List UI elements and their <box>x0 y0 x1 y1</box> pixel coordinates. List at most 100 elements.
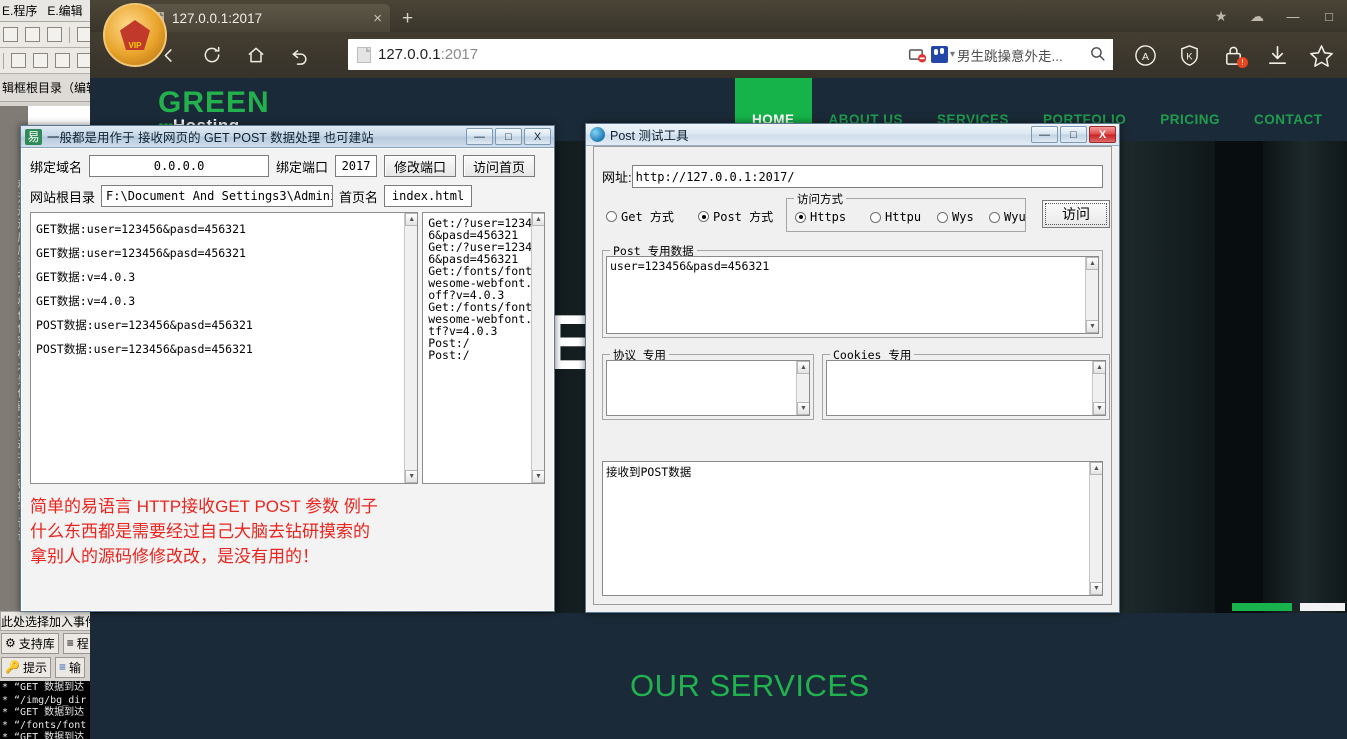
cookies-value <box>827 361 1105 365</box>
log-line: Get:/fonts/fontawesome-webfont.ttf?v=4.0… <box>428 301 539 337</box>
window-controls: ★ ☁ — □ <box>1203 0 1347 32</box>
radio-wys[interactable]: Wys <box>937 210 974 224</box>
scroll-down-icon[interactable]: ▼ <box>1090 582 1103 595</box>
post-minimize-button[interactable]: — <box>1031 126 1058 143</box>
open-folder-icon[interactable] <box>25 27 40 42</box>
scroll-up-icon[interactable]: ▲ <box>405 213 418 226</box>
request-log-left[interactable]: GET数据:user=123456&pasd=456321 GET数据:user… <box>30 212 418 484</box>
radio-dot <box>870 212 881 223</box>
align-top-icon[interactable] <box>55 53 70 68</box>
adblock-icon[interactable] <box>908 45 928 65</box>
radio-post-method[interactable]: Post 方式 <box>698 208 773 225</box>
radio-httpu[interactable]: Httpu <box>870 210 921 224</box>
response-textarea[interactable]: 接收到POST数据 ▲ ▼ <box>602 461 1103 596</box>
vip-avatar[interactable]: VIP <box>103 3 167 67</box>
maximize-window-button[interactable]: □ <box>1311 0 1347 32</box>
response-scrollbar[interactable]: ▲ ▼ <box>1089 462 1102 595</box>
scroll-down-icon[interactable]: ▼ <box>1086 320 1099 333</box>
log-line: GET数据:v=4.0.3 <box>36 265 412 289</box>
nav-item-pricing[interactable]: PRICING <box>1143 78 1237 141</box>
radio-wyu[interactable]: Wyu <box>989 210 1026 224</box>
save-icon[interactable] <box>47 27 62 42</box>
tips-button[interactable]: 🔑 提示 <box>1 657 51 678</box>
lock-warning-badge: ! <box>1237 57 1248 68</box>
output-button[interactable]: ≡ 输 <box>55 657 85 678</box>
browser-tab[interactable]: 127.0.0.1:2017 × <box>145 4 390 32</box>
cookies-scrollbar[interactable]: ▲ ▼ <box>1092 361 1105 415</box>
support-library-button[interactable]: ⚙ 支持库 <box>1 633 59 654</box>
scroll-up-icon[interactable]: ▲ <box>797 361 810 374</box>
log-line: POST数据:user=123456&pasd=456321 <box>36 337 412 361</box>
baidu-icon[interactable] <box>931 46 948 63</box>
vip-badge-icon[interactable]: ★ <box>1203 0 1239 32</box>
elanguage-icon: 易 <box>25 129 42 145</box>
cookies-textarea[interactable]: ▲ ▼ <box>826 360 1106 416</box>
cloud-icon[interactable]: ☁ <box>1239 0 1275 32</box>
server-maximize-button[interactable]: □ <box>495 128 522 145</box>
program-button[interactable]: ≡ 程 <box>63 633 93 654</box>
request-log-right[interactable]: Get:/?user=123456&pasd=456321 Get:/?user… <box>422 212 545 484</box>
undo-icon[interactable] <box>278 33 322 77</box>
browser-tab-strip: 127.0.0.1:2017 × + ★ ☁ — □ <box>90 0 1347 32</box>
lock-warning-icon[interactable]: ! <box>1211 32 1255 78</box>
scroll-up-icon[interactable]: ▲ <box>532 213 545 226</box>
address-bar[interactable]: 127.0.0.1:2017 ▾ <box>348 39 1008 70</box>
url-input[interactable]: http://127.0.0.1:2017/ <box>632 165 1103 188</box>
minimize-window-button[interactable]: — <box>1275 0 1311 32</box>
root-dir-input[interactable]: F:\Document And Settings3\Administrator\… <box>101 185 333 207</box>
menu-item-edit[interactable]: E.编辑 <box>47 2 82 19</box>
post-close-button[interactable]: X <box>1089 126 1116 143</box>
hero-progress-indicator[interactable] <box>1232 603 1292 611</box>
scroll-down-icon[interactable]: ▼ <box>1093 402 1106 415</box>
scroll-down-icon[interactable]: ▼ <box>532 470 545 483</box>
visit-homepage-button[interactable]: 访问首页 <box>463 155 535 177</box>
radio-https[interactable]: Https <box>795 210 846 224</box>
server-minimize-button[interactable]: — <box>466 128 493 145</box>
nav-item-contact[interactable]: CONTACT <box>1237 78 1340 141</box>
close-tab-icon[interactable]: × <box>373 11 382 26</box>
scroll-down-icon[interactable]: ▼ <box>405 470 418 483</box>
hero-progress-indicator-secondary[interactable] <box>1300 603 1345 611</box>
align-right-icon[interactable] <box>33 53 48 68</box>
protocol-textarea[interactable]: ▲ ▼ <box>606 360 810 416</box>
post-data-textarea[interactable]: user=123456&pasd=456321 ▲ ▼ <box>606 256 1099 334</box>
server-window-titlebar[interactable]: 易 一般都是用作于 接收网页的 GET POST 数据处理 也可建站 — □ X <box>21 126 554 148</box>
download-icon[interactable] <box>1255 32 1299 78</box>
favorite-star-icon[interactable] <box>1299 32 1343 78</box>
search-input[interactable]: 男生跳操意外走... <box>957 45 1089 65</box>
scroll-up-icon[interactable]: ▲ <box>1086 257 1099 270</box>
search-engine-chevron-icon[interactable]: ▾ <box>950 49 955 60</box>
log-line: Get:/?user=123456&pasd=456321 <box>428 241 539 265</box>
radio-get-label: Get 方式 <box>621 208 674 225</box>
shield-k-icon[interactable]: K <box>1167 32 1211 78</box>
radio-dot <box>937 212 948 223</box>
new-tab-button[interactable]: + <box>402 9 413 28</box>
post-tool-icon <box>590 127 605 142</box>
http-server-window: 易 一般都是用作于 接收网页的 GET POST 数据处理 也可建站 — □ X… <box>20 125 555 612</box>
server-close-button[interactable]: X <box>524 128 551 145</box>
new-file-icon[interactable] <box>3 27 18 42</box>
modify-port-button[interactable]: 修改端口 <box>384 155 456 177</box>
post-data-scrollbar[interactable]: ▲ ▼ <box>1085 257 1098 333</box>
toolbar-separator-2 <box>3 53 4 69</box>
search-box[interactable]: ▾ 男生跳操意外走... <box>926 39 1113 70</box>
visit-button[interactable]: 访问 <box>1042 200 1110 228</box>
log-left-scrollbar[interactable]: ▲ ▼ <box>404 213 417 483</box>
post-tool-titlebar[interactable]: Post 测试工具 — □ X <box>586 124 1119 146</box>
home-page-input[interactable]: index.html <box>384 185 472 207</box>
align-left-icon[interactable] <box>11 53 26 68</box>
radio-get-method[interactable]: Get 方式 <box>606 208 674 225</box>
protocol-scrollbar[interactable]: ▲ ▼ <box>796 361 809 415</box>
log-right-scrollbar[interactable]: ▲ ▼ <box>531 213 544 483</box>
refresh-icon[interactable] <box>190 33 234 77</box>
post-maximize-button[interactable]: □ <box>1060 126 1087 143</box>
scroll-down-icon[interactable]: ▼ <box>797 402 810 415</box>
scroll-up-icon[interactable]: ▲ <box>1093 361 1106 374</box>
account-circle-icon[interactable]: A <box>1123 32 1167 78</box>
search-icon[interactable] <box>1089 45 1106 65</box>
menu-item-program[interactable]: E.程序 <box>2 2 37 19</box>
bind-port-input[interactable]: 2017 <box>335 155 377 177</box>
home-icon[interactable] <box>234 33 278 77</box>
scroll-up-icon[interactable]: ▲ <box>1090 462 1103 475</box>
bind-domain-input[interactable]: 0.0.0.0 <box>89 155 269 177</box>
